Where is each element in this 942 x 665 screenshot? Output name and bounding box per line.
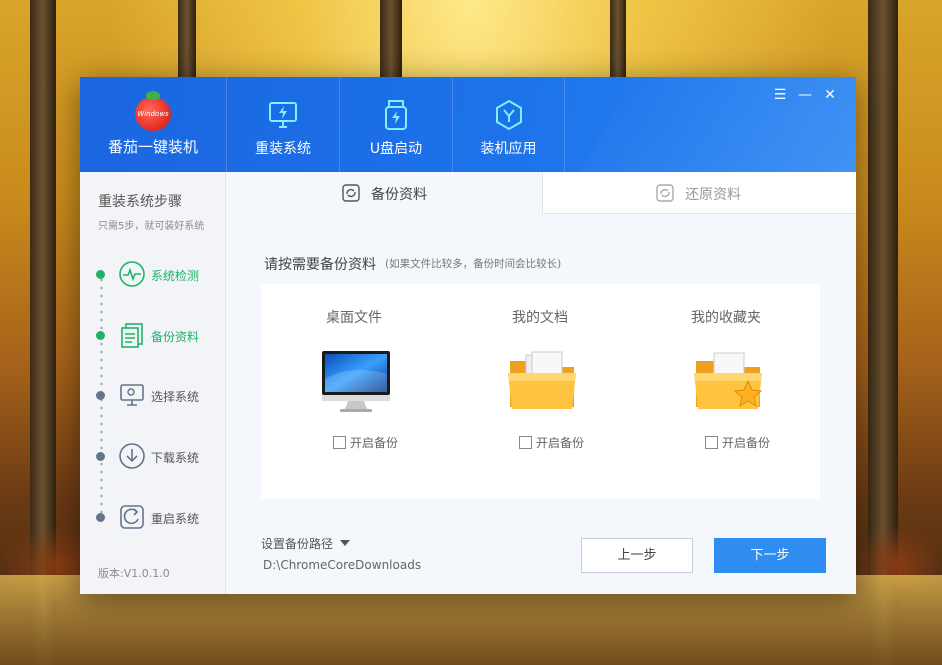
steps-sidebar: 重装系统步骤 只需5步，就可装好系统 系统检测 备份资料 选择系统 下载系统 重… [80, 172, 226, 594]
backup-prompt: 请按需要备份资料 [264, 257, 376, 273]
backup-icon [342, 184, 360, 202]
nav-tab-apps[interactable]: 装机应用 [452, 77, 565, 172]
close-icon[interactable]: ✕ [821, 87, 839, 103]
backup-item-desktop: 桌面文件 开启备份 [261, 284, 447, 499]
monitor-reinstall-icon [269, 102, 297, 128]
step-select-system[interactable]: 选择系统 [96, 381, 226, 411]
backup-documents-checkbox[interactable] [519, 436, 532, 449]
step-dot [96, 513, 105, 522]
backup-favorites-checkbox[interactable] [705, 436, 718, 449]
step-backup[interactable]: 备份资料 [96, 321, 226, 351]
restore-icon [656, 184, 674, 202]
backup-path-dropdown[interactable]: 设置备份路径 [261, 535, 333, 552]
next-step-button[interactable]: 下一步 [714, 538, 826, 573]
backup-path-value: D:\ChromeCoreDownloads [263, 558, 422, 572]
favorites-folder-icon [694, 352, 763, 409]
step-dot [96, 452, 105, 461]
step-dot [96, 391, 105, 400]
tomato-logo-icon: Windows [135, 91, 171, 131]
download-icon [119, 443, 145, 469]
app-name: 番茄一键装机 [107, 138, 198, 156]
step-system-check[interactable]: 系统检测 [96, 260, 226, 290]
pulse-check-icon [119, 261, 145, 287]
step-dot [96, 331, 105, 340]
tab-backup[interactable]: 备份资料 [227, 172, 541, 214]
backup-items-panel: 桌面文件 开启备份 我的文档 开启备份 我的收藏夹 开启备份 [261, 284, 820, 499]
nav-tab-reinstall[interactable]: 重装系统 [226, 77, 339, 172]
header-bar: Windows 番茄一键装机 重装系统 U盘启动 装机应用 ☰ — ✕ [80, 77, 856, 172]
menu-icon[interactable]: ☰ [771, 87, 789, 103]
installer-window: Windows 番茄一键装机 重装系统 U盘启动 装机应用 ☰ — ✕ 重装系统… [80, 77, 856, 594]
tab-restore[interactable]: 还原资料 [542, 172, 856, 214]
steps-title: 重装系统步骤 [98, 194, 182, 210]
desktop-monitor-icon [322, 351, 390, 412]
documents-folder-icon [508, 351, 576, 409]
backup-item-favorites: 我的收藏夹 开启备份 [691, 310, 771, 450]
step-dot [96, 270, 105, 279]
version-label: 版本:V1.0.1.0 [98, 567, 170, 580]
app-brand: Windows 番茄一键装机 [80, 77, 226, 172]
backup-restore-tabs: 备份资料 还原资料 [227, 172, 856, 214]
monitor-select-icon [120, 384, 144, 406]
step-restart-system[interactable]: 重启系统 [96, 503, 226, 533]
minimize-icon[interactable]: — [796, 87, 814, 103]
restart-icon [120, 505, 144, 529]
backup-desktop-checkbox[interactable] [333, 436, 346, 449]
previous-step-button[interactable]: 上一步 [581, 538, 693, 573]
usb-drive-icon [385, 100, 407, 130]
nav-tab-usb-boot[interactable]: U盘启动 [339, 77, 452, 172]
step-download-system[interactable]: 下载系统 [96, 442, 226, 472]
chevron-down-icon[interactable] [340, 540, 350, 546]
backup-prompt-note: (如果文件比较多，备份时间会比较长) [385, 258, 562, 270]
hexagon-app-icon [495, 99, 522, 131]
backup-item-documents: 我的文档 开启备份 [447, 284, 633, 499]
document-copy-icon [121, 323, 143, 348]
steps-subtitle: 只需5步，就可装好系统 [98, 221, 205, 232]
